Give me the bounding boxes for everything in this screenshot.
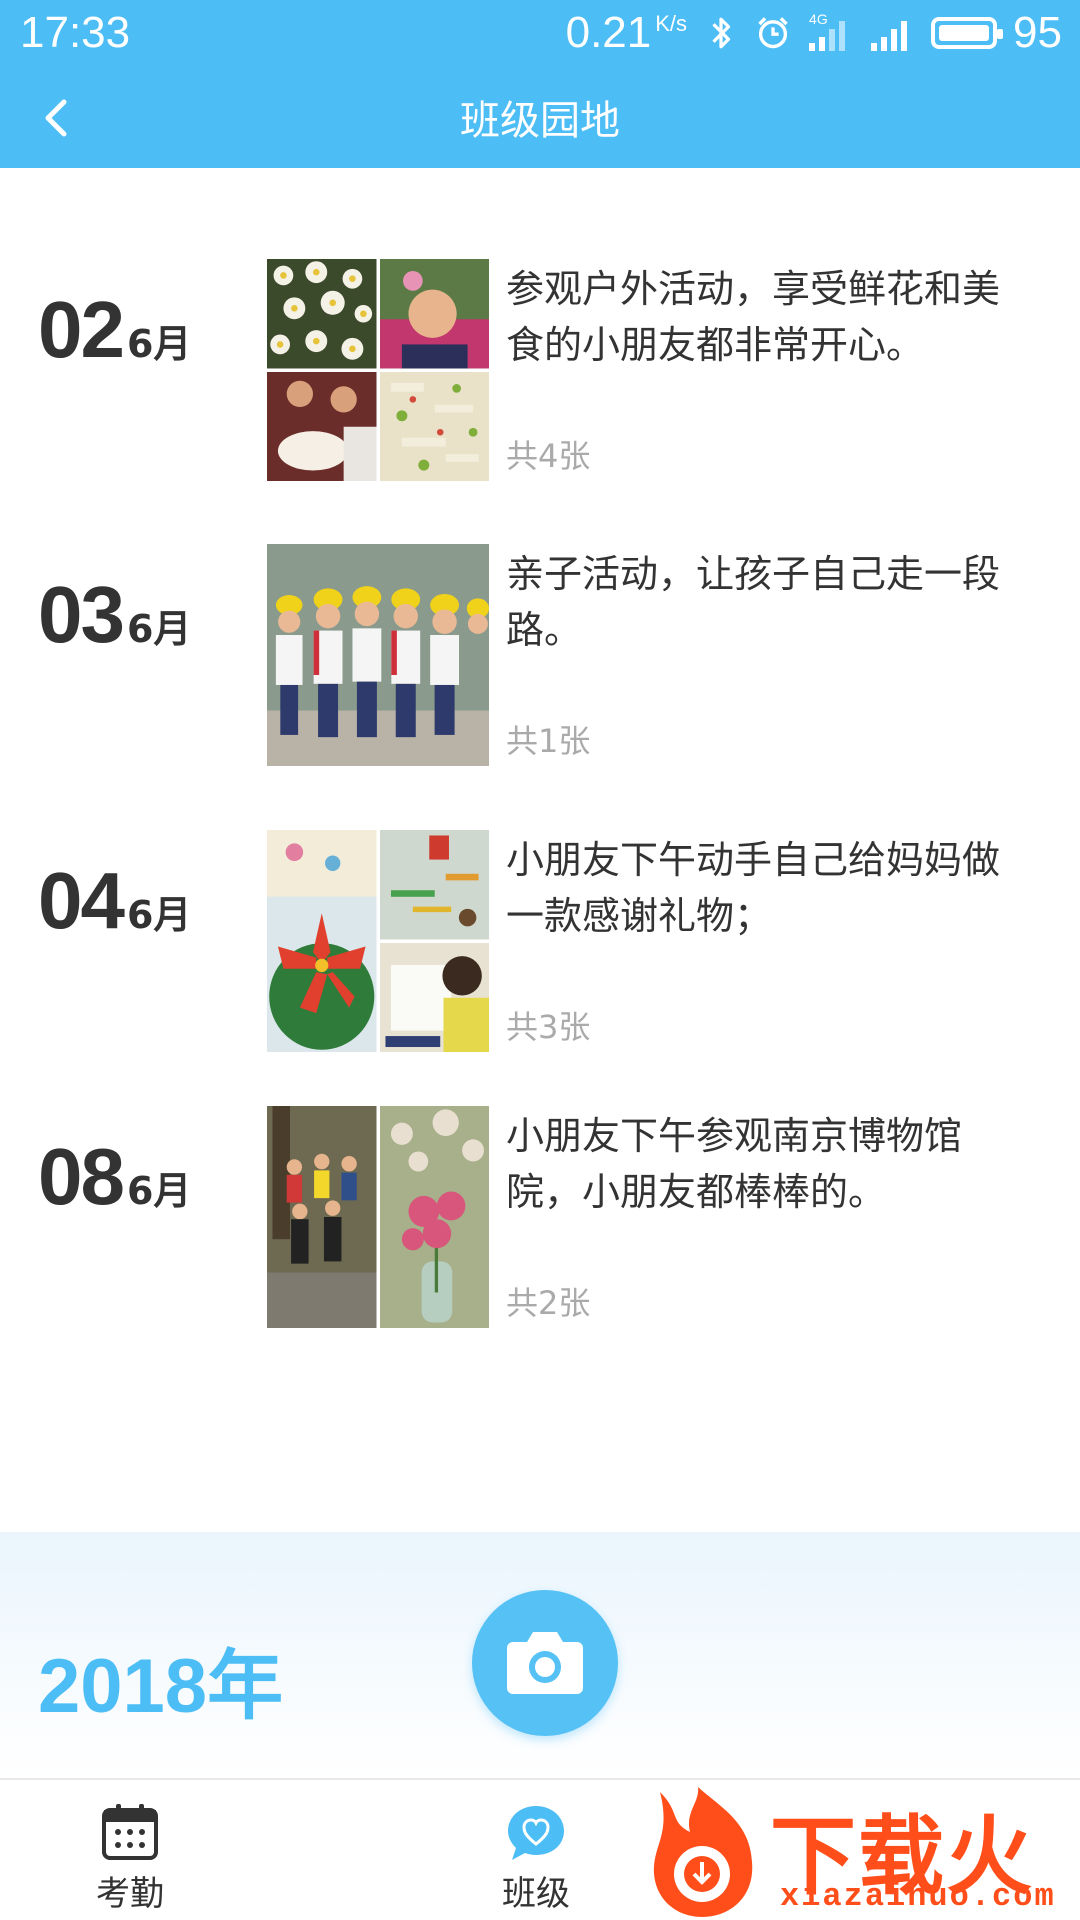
signal-4g-icon [809, 21, 846, 51]
entry-description: 小朋友下午动手自己给妈妈做一款感谢礼物； [506, 838, 1001, 938]
album-entry[interactable]: 03 6月 亲子活动，让孩子自己走一段路。 共1张 [0, 544, 1080, 769]
nav-label-attendance: 考勤 [96, 1874, 164, 1914]
flame-logo-icon [653, 1787, 753, 1917]
photo-grid[interactable] [267, 259, 489, 481]
birthday-cake-photo[interactable] [267, 371, 377, 481]
entry-date: 02 6月 [38, 284, 191, 376]
photo-count: 共2张 [506, 1284, 591, 1322]
signal-icon [871, 21, 908, 51]
child-painting-photo[interactable] [379, 942, 489, 1052]
entry-day: 03 [38, 570, 125, 659]
bluetooth-icon [712, 17, 731, 49]
page-title: 班级园地 [460, 98, 620, 144]
entry-day: 04 [38, 856, 125, 945]
children-outdoor-group-photo[interactable] [267, 1106, 377, 1328]
network-speed-unit: K/s [655, 11, 688, 37]
alarm-icon [758, 17, 788, 49]
album-entry[interactable]: 04 6月 小朋友下午动手自己给妈妈做一款感谢礼物； 共3张 [0, 830, 1080, 1055]
status-time: 17:33 [20, 8, 131, 57]
entry-date: 03 6月 [38, 569, 191, 661]
salad-food-photo[interactable] [379, 371, 489, 481]
photo-grid[interactable] [267, 830, 489, 1052]
pink-flowers-vase-photo[interactable] [379, 1106, 489, 1328]
photo-grid[interactable] [267, 1106, 489, 1328]
photo-grid[interactable] [267, 544, 489, 766]
app-header: 班级园地 [0, 68, 1080, 168]
album-entry[interactable]: 08 6月 小朋友下午参观南京博物馆院，小朋友都棒棒的。 共2张 [0, 1106, 1080, 1331]
camera-icon [507, 1632, 583, 1694]
entry-date: 08 6月 [38, 1131, 191, 1223]
craft-table-photo[interactable] [379, 830, 489, 940]
children-group-yellow-hats-photo[interactable] [267, 544, 489, 766]
year-label: 2018年 [38, 1624, 283, 1734]
child-smiling-photo[interactable] [379, 259, 489, 369]
entry-month: 6月 [126, 322, 192, 366]
paper-flower-craft-photo[interactable] [267, 830, 377, 1052]
year-number: 2018 [38, 1644, 208, 1729]
album-entry[interactable]: 02 6月 参观户外活动，享受鲜花和美食的小朋友都非常开心。 共4张 [0, 259, 1080, 484]
year-bar: 2018年 [0, 1532, 1080, 1778]
nav-label-class: 班级 [502, 1874, 570, 1914]
heart-chat-icon [508, 1806, 564, 1860]
year-unit: 年 [207, 1641, 284, 1730]
entry-date: 04 6月 [38, 855, 191, 947]
photo-count: 共4张 [506, 437, 591, 475]
camera-button[interactable] [472, 1590, 618, 1736]
entry-description: 亲子活动，让孩子自己走一段路。 [506, 552, 1001, 652]
entry-month: 6月 [126, 607, 192, 651]
nav-item-attendance[interactable]: 考勤 [70, 1800, 190, 1915]
watermark-domain: xiazaihuo.com [780, 1878, 1056, 1915]
status-bar: 17:33 0.21 K/s 4G 95 [0, 0, 1080, 68]
photo-count: 共1张 [506, 722, 591, 760]
network-speed-value: 0.21 [565, 8, 652, 57]
battery-level: 95 [1013, 8, 1062, 57]
entry-month: 6月 [126, 1169, 192, 1213]
entry-day: 02 [38, 285, 125, 374]
battery-icon [931, 17, 1004, 49]
entry-description: 小朋友下午参观南京博物馆院，小朋友都棒棒的。 [506, 1114, 963, 1214]
nav-item-class[interactable]: 班级 [476, 1800, 596, 1915]
entry-day: 08 [38, 1132, 125, 1221]
signal-4g: 4G [807, 11, 853, 53]
calendar-icon [102, 1804, 158, 1860]
network-speed: 0.21 K/s [566, 8, 687, 58]
watermark: 下载火 xiazaihuo.com [640, 1782, 1080, 1920]
entry-month: 6月 [126, 893, 192, 937]
status-indicators: 0.21 K/s 4G 95 [566, 8, 1062, 58]
photo-count: 共3张 [506, 1008, 591, 1046]
daisies-photo[interactable] [267, 259, 377, 369]
entry-description: 参观户外活动，享受鲜花和美食的小朋友都非常开心。 [506, 267, 1001, 367]
